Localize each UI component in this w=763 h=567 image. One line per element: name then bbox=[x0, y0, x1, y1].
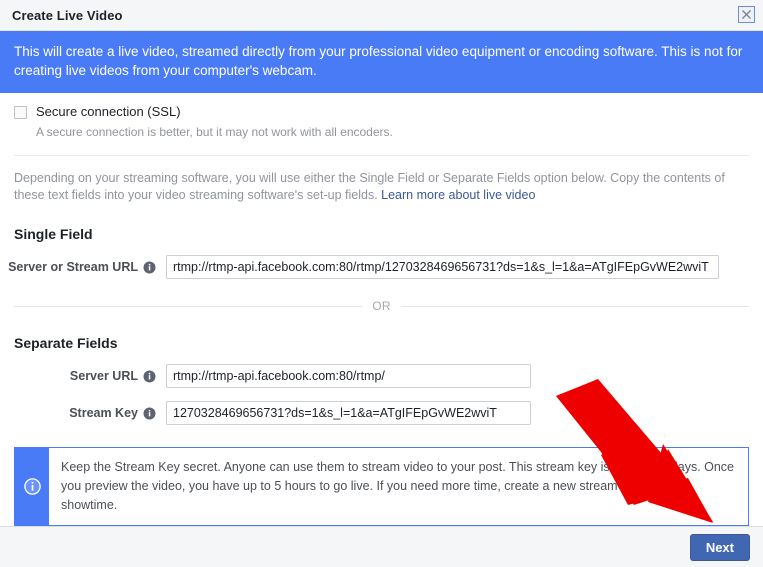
next-button[interactable]: Next bbox=[689, 533, 750, 561]
dialog-header: Create Live Video bbox=[0, 0, 763, 31]
close-icon[interactable] bbox=[738, 6, 755, 23]
server-or-stream-url-row: Server or Stream URL bbox=[8, 255, 749, 279]
create-live-video-dialog: Create Live Video This will create a liv… bbox=[0, 0, 763, 567]
info-banner: This will create a live video, streamed … bbox=[0, 31, 763, 93]
info-icon[interactable] bbox=[143, 261, 156, 274]
or-line-left bbox=[14, 305, 363, 307]
or-label: OR bbox=[372, 299, 391, 313]
or-divider: OR bbox=[14, 299, 750, 313]
ssl-checkbox[interactable] bbox=[14, 106, 27, 119]
dialog-title: Create Live Video bbox=[12, 7, 123, 23]
ssl-description: A secure connection is better, but it ma… bbox=[36, 125, 393, 139]
setup-description: Depending on your streaming software, yo… bbox=[14, 156, 749, 204]
dialog-body: Secure connection (SSL) A secure connect… bbox=[0, 93, 763, 526]
dialog-footer: Next bbox=[0, 526, 763, 567]
learn-more-link[interactable]: Learn more about live video bbox=[381, 188, 535, 202]
stream-key-label: Stream Key bbox=[69, 406, 138, 420]
single-field-heading: Single Field bbox=[14, 226, 93, 242]
info-circle-icon bbox=[15, 448, 49, 525]
server-url-label-group: Server URL bbox=[14, 369, 166, 383]
info-icon[interactable] bbox=[143, 407, 156, 420]
server-url-label: Server URL bbox=[69, 369, 138, 383]
note-text: Keep the Stream Key secret. Anyone can u… bbox=[61, 460, 735, 512]
stream-key-label-group: Stream Key bbox=[14, 406, 166, 420]
separate-fields-heading: Separate Fields bbox=[14, 335, 118, 351]
server-or-stream-url-label: Server or Stream URL bbox=[8, 260, 138, 274]
ssl-label: Secure connection (SSL) bbox=[36, 104, 181, 119]
setup-description-text: Depending on your streaming software, yo… bbox=[14, 171, 725, 202]
server-or-stream-url-label-group: Server or Stream URL bbox=[8, 260, 166, 274]
stream-key-warning-note: Keep the Stream Key secret. Anyone can u… bbox=[14, 447, 749, 526]
server-or-stream-url-input[interactable] bbox=[166, 255, 719, 279]
server-url-row: Server URL bbox=[14, 364, 749, 388]
ssl-checkbox-row[interactable]: Secure connection (SSL) bbox=[14, 93, 749, 120]
stream-key-row: Stream Key bbox=[14, 401, 749, 425]
info-icon[interactable] bbox=[143, 370, 156, 383]
or-line-right bbox=[400, 305, 750, 307]
server-url-input[interactable] bbox=[166, 364, 531, 388]
stream-key-input[interactable] bbox=[166, 401, 531, 425]
